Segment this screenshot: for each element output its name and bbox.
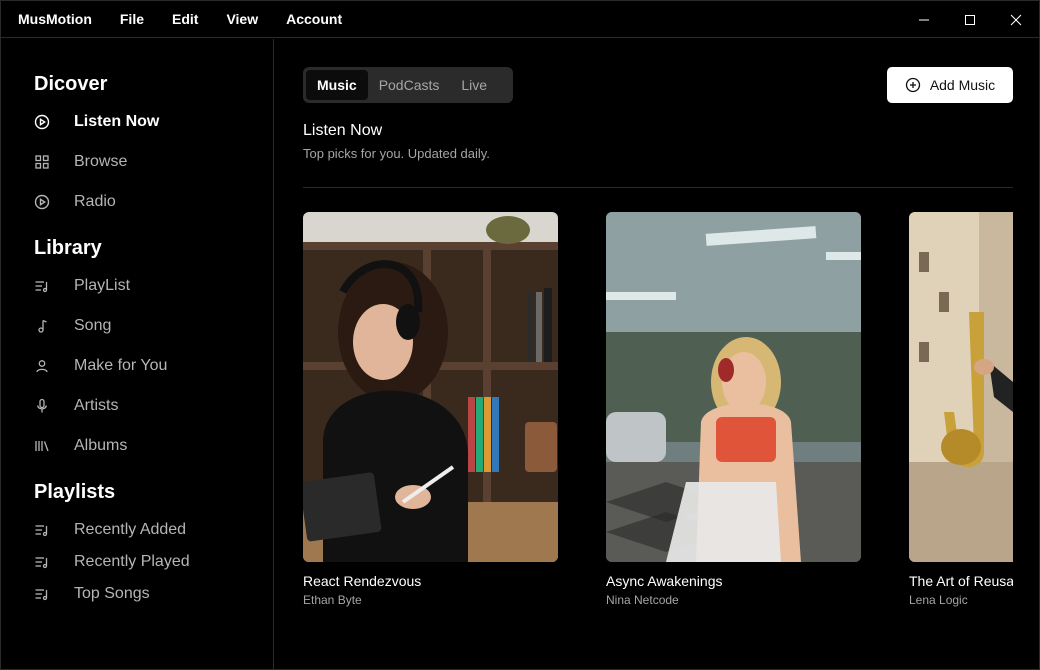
- tab-live[interactable]: Live: [450, 70, 498, 100]
- library-icon: [34, 438, 50, 454]
- album-list: React Rendezvous Ethan Byte Async Awaken…: [303, 212, 1013, 632]
- music-note-icon: [34, 318, 50, 334]
- sidebar: Dicover Listen Now Browse Radio Library …: [1, 39, 274, 670]
- playlist-icon: [34, 522, 50, 538]
- album-cover-image[interactable]: [303, 212, 558, 562]
- sidebar-item-top-songs[interactable]: Top Songs: [34, 579, 254, 609]
- close-button[interactable]: [993, 1, 1039, 38]
- sidebar-item-label: Song: [74, 317, 112, 334]
- sidebar-item-make-for-you[interactable]: Make for You: [34, 351, 254, 381]
- sidebar-item-label: Artists: [74, 397, 119, 414]
- app-name: MusMotion: [18, 11, 92, 27]
- play-circle-icon: [34, 114, 50, 130]
- album-card[interactable]: React Rendezvous Ethan Byte: [303, 212, 558, 607]
- maximize-button[interactable]: [947, 1, 993, 38]
- sidebar-item-label: PlayList: [74, 277, 131, 294]
- album-title: The Art of Reusability: [909, 573, 1013, 589]
- menu-file[interactable]: File: [106, 11, 158, 27]
- plus-circle-icon: [905, 77, 920, 93]
- section-title-library: Library: [34, 237, 102, 259]
- maximize-icon: [965, 14, 975, 25]
- album-title: React Rendezvous: [303, 573, 422, 589]
- grid-icon: [34, 154, 50, 170]
- add-music-label: Add Music: [929, 77, 996, 93]
- close-icon: [1010, 14, 1022, 25]
- album-artist: Nina Netcode: [606, 593, 679, 607]
- sidebar-item-label: Make for You: [74, 357, 168, 374]
- section-title-discover: Dicover: [34, 73, 108, 95]
- minimize-button[interactable]: [901, 1, 947, 38]
- sidebar-item-playlist[interactable]: PlayList: [34, 271, 254, 301]
- minimize-icon: [919, 19, 929, 20]
- divider: [303, 187, 1013, 188]
- playlist-icon: [34, 554, 50, 570]
- microphone-icon: [34, 398, 50, 414]
- radio-icon: [34, 194, 50, 210]
- sidebar-item-radio[interactable]: Radio: [34, 187, 254, 217]
- page-subtitle: Top picks for you. Updated daily.: [303, 146, 490, 161]
- sidebar-item-label: Recently Added: [74, 521, 187, 538]
- sidebar-item-label: Listen Now: [74, 113, 160, 130]
- user-icon: [34, 358, 50, 374]
- page-title: Listen Now: [303, 122, 383, 139]
- sidebar-item-browse[interactable]: Browse: [34, 147, 254, 177]
- album-card[interactable]: Async Awakenings Nina Netcode: [606, 212, 861, 607]
- main-content: Music PodCasts Live Add Music Listen Now…: [275, 39, 1039, 670]
- window-controls: [901, 1, 1039, 38]
- album-cover-image[interactable]: [606, 212, 861, 562]
- sidebar-item-label: Radio: [74, 193, 116, 210]
- menu-edit[interactable]: Edit: [158, 11, 212, 27]
- add-music-button[interactable]: Add Music: [887, 67, 1013, 103]
- app-window: MusMotion File Edit View Account Dicover…: [0, 0, 1040, 670]
- sidebar-item-label: Browse: [74, 153, 128, 170]
- album-artist: Ethan Byte: [303, 593, 362, 607]
- sidebar-item-song[interactable]: Song: [34, 311, 254, 341]
- sidebar-item-recently-added[interactable]: Recently Added: [34, 515, 254, 545]
- menu-account[interactable]: Account: [272, 11, 356, 27]
- title-bar: MusMotion File Edit View Account: [1, 1, 1039, 38]
- sidebar-item-artists[interactable]: Artists: [34, 391, 254, 421]
- playlist-icon: [34, 278, 50, 294]
- sidebar-item-label: Albums: [74, 437, 128, 454]
- tab-bar: Music PodCasts Live: [303, 67, 513, 103]
- sidebar-item-listen-now[interactable]: Listen Now: [34, 107, 254, 137]
- sidebar-item-label: Top Songs: [74, 585, 150, 602]
- menu-view[interactable]: View: [212, 11, 272, 27]
- playlist-icon: [34, 586, 50, 602]
- tab-music[interactable]: Music: [306, 70, 368, 100]
- album-title: Async Awakenings: [606, 573, 723, 589]
- album-artist: Lena Logic: [909, 593, 968, 607]
- sidebar-item-recently-played[interactable]: Recently Played: [34, 547, 254, 577]
- tab-podcasts[interactable]: PodCasts: [368, 70, 451, 100]
- section-title-playlists: Playlists: [34, 481, 116, 503]
- album-cover-image[interactable]: [909, 212, 1013, 562]
- sidebar-item-label: Recently Played: [74, 553, 190, 570]
- sidebar-item-albums[interactable]: Albums: [34, 431, 254, 461]
- album-card[interactable]: The Art of Reusability Lena Logic: [909, 212, 1013, 607]
